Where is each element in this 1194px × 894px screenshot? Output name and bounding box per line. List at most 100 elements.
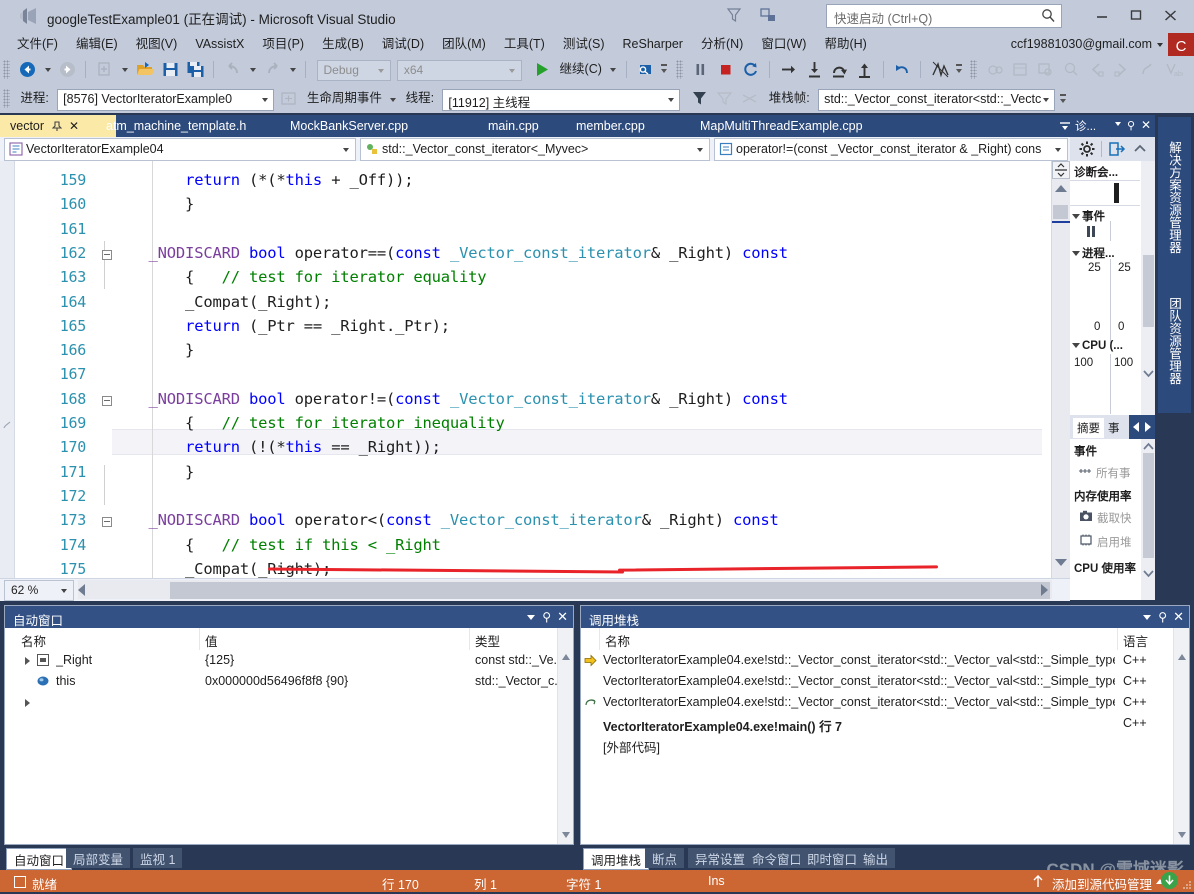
status-source-control[interactable]: 添加到源代码管理 xyxy=(1052,874,1152,893)
pin-icon[interactable]: ⚲ xyxy=(542,610,551,624)
menu-team[interactable]: 团队(M) xyxy=(433,33,495,56)
list-item[interactable]: 截取快 xyxy=(1097,510,1132,526)
scroll-up-arrow[interactable] xyxy=(1055,185,1067,192)
code-line[interactable]: return (*(*this + _Off)); xyxy=(112,171,414,189)
dock-tab-autos[interactable]: 自动窗口 xyxy=(6,848,73,870)
table-row[interactable]: VectorIteratorExample04.exe!main() 行 7 C… xyxy=(581,713,1189,734)
redo-dropdown-icon[interactable] xyxy=(287,59,298,80)
menu-analyze[interactable]: 分析(N) xyxy=(692,33,752,56)
scrollbar-thumb[interactable] xyxy=(1053,205,1068,219)
tab-scroll-arrows[interactable] xyxy=(1129,415,1155,439)
tab-mapmultithreadexample[interactable]: MapMultiThreadExample.cpp xyxy=(690,115,873,137)
nav-member-combo[interactable]: operator!=(const _Vector_const_iterator … xyxy=(714,138,1068,161)
attach-process-icon[interactable] xyxy=(635,59,656,80)
scroll-down-arrow[interactable] xyxy=(562,832,570,838)
navigate-back-dropdown-icon[interactable] xyxy=(42,59,53,80)
menu-help[interactable]: 帮助(H) xyxy=(815,33,875,56)
fold-toggle[interactable] xyxy=(102,514,112,528)
panel-dropdown-icon[interactable] xyxy=(527,615,535,620)
solution-configuration-combo[interactable]: Debug xyxy=(316,60,391,81)
fold-toggle[interactable] xyxy=(102,247,112,261)
code-line[interactable]: { // test for iterator inequality xyxy=(112,414,505,432)
scroll-right-arrow[interactable] xyxy=(1041,584,1048,596)
autos-scrollbar[interactable] xyxy=(557,628,573,844)
menu-window[interactable]: 窗口(W) xyxy=(752,33,815,56)
thread-combo[interactable]: [11912] 主线程 xyxy=(442,89,681,111)
code-line[interactable]: _NODISCARD bool operator<(const _Vector_… xyxy=(112,511,779,529)
collapse-triangle-icon[interactable] xyxy=(1072,251,1080,257)
lifecycle-events-label[interactable]: 生命周期事件 xyxy=(307,89,382,108)
scroll-down-arrow[interactable] xyxy=(1143,567,1154,581)
list-item[interactable]: 所有事 xyxy=(1096,465,1131,481)
table-row[interactable]: VectorIteratorExample04.exe!std::_Vector… xyxy=(581,650,1189,671)
toolbar-overflow-icon[interactable] xyxy=(1058,89,1068,110)
feedback-icon[interactable] xyxy=(759,6,777,24)
pin-icon[interactable]: ⚲ xyxy=(1127,119,1135,132)
table-row[interactable]: _Right {125} const std::_Ve... xyxy=(5,650,573,671)
column-header-name[interactable]: 名称 xyxy=(605,631,630,650)
stop-debugging-icon[interactable] xyxy=(715,59,736,80)
step-into-icon[interactable] xyxy=(804,59,825,80)
toolbar-grip[interactable] xyxy=(3,60,10,79)
notification-badge[interactable] xyxy=(1161,872,1178,889)
stackframe-combo[interactable]: std::_Vector_const_iterator<std::_Vectc xyxy=(818,89,1056,111)
maximize-button[interactable] xyxy=(1121,4,1151,26)
column-header-language[interactable]: 语言 xyxy=(1123,631,1148,650)
dock-tab-immediate-window[interactable]: 即时窗口 xyxy=(800,848,865,868)
collapse-triangle-icon[interactable] xyxy=(1072,343,1080,349)
menu-test[interactable]: 测试(S) xyxy=(554,33,614,56)
code-editor[interactable]: 159 160 161 162 163 164 165 166 167 168 169 170 171 1… xyxy=(0,161,1070,578)
lifecycle-dropdown-icon[interactable] xyxy=(387,89,398,110)
menu-resharper[interactable]: ReSharper xyxy=(614,33,692,56)
account-email[interactable]: ccf19881030@gmail.com xyxy=(1011,37,1152,51)
scroll-down-arrow[interactable] xyxy=(1143,367,1154,381)
menu-vassistx[interactable]: VAssistX xyxy=(186,33,253,56)
split-view-button[interactable] xyxy=(1052,161,1070,179)
editor-vertical-scrollbar[interactable] xyxy=(1051,161,1070,578)
code-line[interactable]: { // test if this < _Right xyxy=(112,536,441,554)
breakpoint-margin[interactable] xyxy=(0,161,15,578)
scrollbar-thumb[interactable] xyxy=(1143,453,1154,558)
close-icon[interactable]: ✕ xyxy=(1141,118,1151,132)
code-line[interactable]: return (!(*this == _Right)); xyxy=(112,438,441,456)
tab-mockbankserver[interactable]: MockBankServer.cpp xyxy=(280,115,418,137)
editor-horizontal-scrollbar[interactable] xyxy=(78,580,1052,599)
dock-tab-locals[interactable]: 局部变量 xyxy=(66,848,131,868)
menu-file[interactable]: 文件(F) xyxy=(8,33,67,56)
account-chevron-down-icon[interactable] xyxy=(1157,43,1163,47)
expand-triangle-icon[interactable] xyxy=(25,657,30,665)
code-line[interactable]: _NODISCARD bool operator==(const _Vector… xyxy=(112,244,789,262)
panel-dropdown-icon[interactable] xyxy=(1115,122,1121,126)
menu-tools[interactable]: 工具(T) xyxy=(495,33,554,56)
tab-summary[interactable]: 摘要 xyxy=(1073,418,1104,438)
column-header-value[interactable]: 值 xyxy=(205,631,218,650)
tab-atm-machine-template[interactable]: atm_machine_template.h xyxy=(96,115,256,137)
zoom-level-combo[interactable]: 62 % xyxy=(4,580,74,601)
process-combo[interactable]: [8576] VectorIteratorExample0 xyxy=(57,89,275,111)
list-item[interactable]: 启用堆 xyxy=(1097,534,1132,550)
nav-project-combo[interactable]: VectorIteratorExample04 xyxy=(4,138,356,161)
step-out-icon[interactable] xyxy=(854,59,875,80)
step-back-icon[interactable] xyxy=(892,59,913,80)
close-button[interactable] xyxy=(1155,4,1185,26)
call-stack-rows[interactable]: VectorIteratorExample04.exe!std::_Vector… xyxy=(581,650,1189,844)
tab-main-cpp[interactable]: main.cpp xyxy=(478,115,549,137)
navigate-back-icon[interactable] xyxy=(17,59,38,80)
code-line[interactable]: } xyxy=(112,195,194,213)
continue-play-icon[interactable] xyxy=(531,59,552,80)
tab-events[interactable]: 事 xyxy=(1104,418,1124,438)
scroll-up-arrow[interactable] xyxy=(1178,654,1186,660)
code-line[interactable]: } xyxy=(112,341,194,359)
minimize-button[interactable] xyxy=(1087,4,1117,26)
dock-tab-output[interactable]: 输出 xyxy=(856,848,896,868)
autos-rows[interactable]: _Right {125} const std::_Ve... this 0x00… xyxy=(5,650,573,844)
table-row[interactable]: VectorIteratorExample04.exe!std::_Vector… xyxy=(581,692,1189,713)
toolbar-overflow-icon[interactable] xyxy=(659,59,669,80)
quick-launch-box[interactable]: 快速启动 (Ctrl+Q) xyxy=(826,4,1062,28)
collapse-triangle-icon[interactable] xyxy=(1072,214,1080,220)
code-line[interactable]: } xyxy=(112,463,194,481)
fold-toggle[interactable] xyxy=(102,393,112,407)
restart-icon[interactable] xyxy=(741,59,762,80)
save-all-icon[interactable] xyxy=(185,59,206,80)
pin-icon[interactable]: ⚲ xyxy=(1158,610,1167,624)
